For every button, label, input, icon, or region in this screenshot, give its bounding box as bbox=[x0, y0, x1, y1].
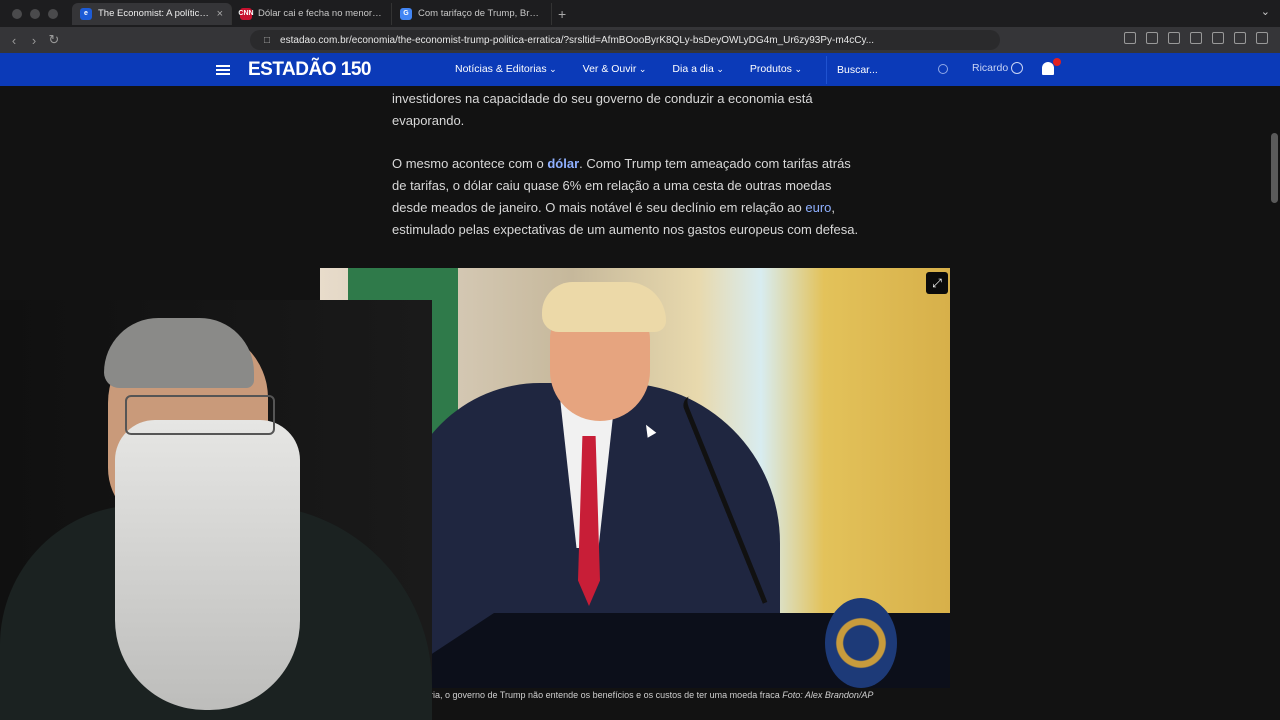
tab-title: Com tarifaço de Trump, Brasil pode bbox=[418, 8, 543, 19]
browser-tab-0[interactable]: e The Economist: A política erratica × bbox=[72, 2, 232, 25]
browser-toolbar: ‹ › ↻ □ estadao.com.br/economia/the-econ… bbox=[0, 27, 1280, 74]
bookmark-icon[interactable]: □ bbox=[264, 35, 270, 46]
page-scrollbar[interactable] bbox=[1271, 133, 1278, 203]
expand-image-icon[interactable]: ⤢ bbox=[926, 272, 948, 294]
article-body: investidores na capacidade do seu govern… bbox=[392, 88, 862, 262]
sidebar-icon[interactable] bbox=[1168, 32, 1180, 44]
leo-ai-icon[interactable] bbox=[1212, 32, 1224, 44]
search-icon[interactable] bbox=[938, 64, 948, 74]
menu-icon[interactable] bbox=[1256, 32, 1268, 44]
back-icon[interactable]: ‹ bbox=[4, 33, 24, 48]
extensions-icon[interactable] bbox=[1124, 32, 1136, 44]
toolbar-extensions bbox=[1124, 32, 1268, 44]
p2-text-a: O mesmo acontece com o bbox=[392, 156, 548, 171]
tab-favicon-icon: e bbox=[80, 7, 92, 20]
tab-title: The Economist: A política erratica bbox=[98, 8, 211, 19]
wallet-icon[interactable] bbox=[1190, 32, 1202, 44]
tab-close-icon[interactable]: × bbox=[217, 8, 223, 20]
tab-favicon-icon: G bbox=[400, 7, 412, 20]
presidential-seal-icon bbox=[825, 598, 897, 688]
new-tab-button[interactable]: + bbox=[558, 6, 566, 22]
user-account[interactable]: Ricardo bbox=[972, 62, 1024, 75]
url-text[interactable]: estadao.com.br/economia/the-economist-tr… bbox=[280, 35, 1000, 46]
photo-caption: ária, o governo de Trump não entende os … bbox=[425, 690, 873, 700]
download-icon[interactable] bbox=[1146, 32, 1158, 44]
reload-icon[interactable]: ↻ bbox=[44, 32, 64, 48]
site-header: ESTADÃO 150 Notícias & Editorias Ver & O… bbox=[0, 53, 1280, 86]
browser-tab-1[interactable]: CNN Dólar cai e fecha no menor valor des… bbox=[232, 2, 392, 25]
tab-strip: e The Economist: A política erratica × C… bbox=[0, 0, 1280, 27]
nav-dia-a-dia[interactable]: Dia a dia bbox=[672, 63, 724, 75]
forward-icon[interactable]: › bbox=[24, 33, 44, 48]
vpn-icon[interactable] bbox=[1234, 32, 1246, 44]
hamburger-menu-icon[interactable] bbox=[216, 65, 230, 75]
search-placeholder: Buscar... bbox=[837, 64, 878, 76]
browser-tab-2[interactable]: G Com tarifaço de Trump, Brasil pode bbox=[392, 2, 552, 25]
site-nav: Notícias & Editorias Ver & Ouvir Dia a d… bbox=[455, 63, 802, 75]
notification-bell-icon[interactable] bbox=[1042, 58, 1061, 75]
address-bar[interactable]: □ estadao.com.br/economia/the-economist-… bbox=[250, 30, 1000, 50]
link-dolar[interactable]: dólar bbox=[547, 156, 579, 171]
webcam-overlay bbox=[0, 300, 432, 720]
window-controls[interactable] bbox=[12, 8, 58, 19]
paragraph-2: O mesmo acontece com o dólar. Como Trump… bbox=[392, 153, 862, 241]
photo-credit: Foto: Alex Brandon/AP bbox=[782, 690, 874, 700]
link-euro[interactable]: euro bbox=[805, 200, 831, 215]
tab-list-chevron-icon[interactable]: ⌄ bbox=[1261, 5, 1270, 18]
glasses bbox=[125, 395, 275, 435]
nav-noticias[interactable]: Notícias & Editorias bbox=[455, 63, 557, 75]
tab-favicon-icon: CNN bbox=[238, 7, 254, 20]
user-avatar-icon bbox=[1011, 62, 1024, 75]
paragraph-1: investidores na capacidade do seu govern… bbox=[392, 91, 813, 128]
caption-text: ária, o governo de Trump não entende os … bbox=[425, 690, 783, 700]
nav-produtos[interactable]: Produtos bbox=[750, 63, 802, 75]
tab-title: Dólar cai e fecha no menor valor desde bbox=[258, 8, 383, 19]
nav-ver-ouvir[interactable]: Ver & Ouvir bbox=[583, 63, 647, 75]
user-name: Ricardo bbox=[972, 62, 1009, 74]
search-input[interactable]: Buscar... bbox=[826, 56, 958, 84]
site-logo[interactable]: ESTADÃO 150 bbox=[248, 59, 371, 81]
